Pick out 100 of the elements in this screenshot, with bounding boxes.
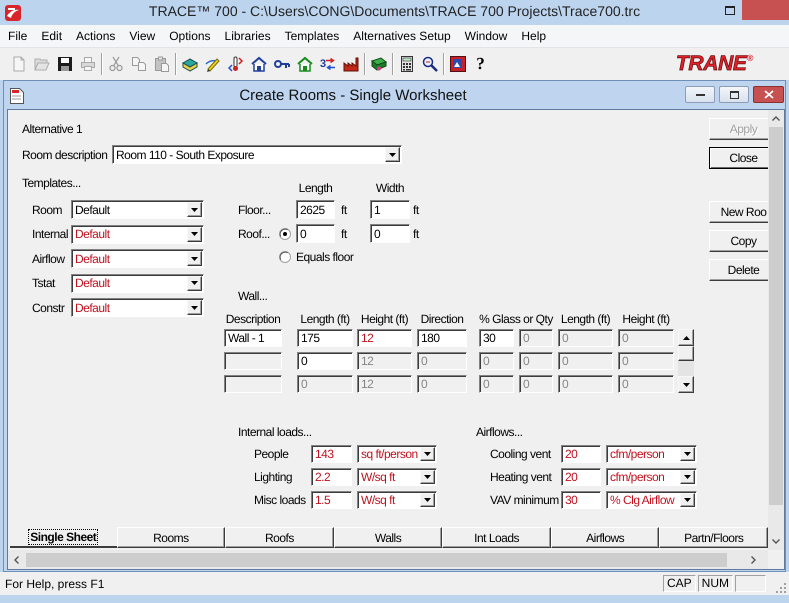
dropdown-button[interactable] [420, 493, 435, 507]
text-field[interactable]: 30 [479, 329, 514, 347]
arrows-button[interactable]: 3 [316, 53, 339, 75]
dropdown[interactable]: Room 110 - South Exposure [112, 145, 402, 164]
tab[interactable]: Walls [334, 527, 442, 548]
tab[interactable]: Int Loads [442, 527, 551, 548]
column-header: Height (ft) [622, 313, 670, 326]
dropdown[interactable]: Default [71, 224, 204, 244]
dropdown-button[interactable] [187, 300, 202, 315]
scroll-thumb[interactable] [678, 346, 694, 361]
text-field[interactable]: 12 [357, 329, 412, 347]
tab[interactable]: Partn/Floors [659, 527, 768, 548]
dropdown[interactable]: Default [71, 298, 204, 317]
field-label: Room description [22, 148, 108, 162]
menu-item[interactable]: File [1, 27, 34, 45]
text-field[interactable]: 0 [370, 224, 410, 243]
tab[interactable]: Rooms [116, 527, 226, 548]
magnifier-icon[interactable] [422, 56, 438, 72]
pencil-icon[interactable] [204, 56, 220, 72]
radio-button[interactable] [279, 228, 291, 240]
dropdown-button[interactable] [187, 276, 202, 290]
unit-label: ft [413, 202, 419, 216]
menu-item[interactable]: Window [458, 27, 514, 45]
dropdown-button[interactable] [680, 470, 695, 484]
dropdown[interactable]: W/sq ft [357, 468, 437, 486]
text-field[interactable]: 2.2 [311, 468, 352, 486]
dropdown-button[interactable] [187, 226, 202, 242]
restore-button[interactable] [719, 86, 749, 103]
menu-item[interactable]: Options [162, 27, 218, 45]
dropdown[interactable]: Default [71, 249, 204, 268]
text-field[interactable]: 175 [297, 329, 353, 347]
scrollbar[interactable] [8, 550, 768, 569]
dialog-button[interactable]: New Roo [709, 201, 768, 223]
menu-item[interactable]: Edit [34, 27, 70, 45]
tab[interactable]: Airflows [550, 527, 660, 548]
minimize-button[interactable] [685, 86, 715, 103]
dialog-button[interactable]: Close [709, 147, 768, 169]
dropdown-button[interactable] [680, 447, 695, 461]
dropdown-button[interactable] [680, 493, 695, 507]
scrollbar[interactable] [768, 110, 784, 550]
scrollbar[interactable] [678, 329, 694, 393]
text-field[interactable]: Wall - 1 [224, 329, 282, 347]
dropdown[interactable]: Default [71, 274, 204, 292]
factory-icon[interactable] [342, 56, 358, 72]
scroll-thumb[interactable] [26, 552, 727, 566]
house-icon[interactable] [296, 56, 312, 72]
tab[interactable]: Roofs [225, 527, 334, 548]
menu-item[interactable]: Templates [278, 27, 346, 45]
calculator-icon[interactable] [398, 56, 414, 72]
text-field[interactable]: 30 [561, 491, 601, 509]
close-button[interactable] [753, 86, 784, 103]
caret-icon [191, 306, 198, 310]
machine-icon[interactable] [370, 56, 386, 72]
dropdown[interactable]: W/sq ft [357, 491, 437, 509]
column-header: % Glass or Qty [479, 313, 553, 326]
dropdown-button[interactable] [187, 202, 202, 217]
text-field[interactable]: 20 [561, 445, 601, 463]
dialog-button[interactable]: Copy [709, 230, 768, 252]
up-arrow-icon [682, 336, 690, 340]
column-header: Direction [420, 313, 464, 326]
field-label: Roof... [238, 226, 270, 240]
dropdown[interactable]: % Clg Airflow [606, 491, 697, 509]
dropdown[interactable]: cfm/person [606, 468, 697, 486]
menu-item[interactable]: Alternatives Setup [346, 27, 458, 45]
text-field[interactable]: 180 [417, 329, 467, 347]
dropdown-button[interactable] [187, 251, 202, 266]
dialog-button[interactable]: Delete [709, 259, 768, 281]
text-field[interactable]: 1 [370, 200, 410, 219]
menu-item[interactable]: View [122, 27, 162, 45]
scroll-down-icon[interactable] [772, 539, 780, 544]
picture-icon[interactable] [450, 56, 466, 72]
field-label: Tstat [32, 276, 55, 290]
menu-item[interactable]: Help [514, 27, 554, 45]
text-field[interactable]: 20 [561, 468, 601, 486]
dropdown-button[interactable] [385, 147, 400, 162]
text-field[interactable]: 0 [296, 224, 335, 243]
size-grip-icon[interactable] [775, 582, 787, 594]
menu-item[interactable]: Libraries [218, 27, 278, 45]
scroll-up-button[interactable] [678, 329, 694, 346]
dropdown[interactable]: Default [71, 200, 204, 219]
dropdown[interactable]: sq ft/person [357, 445, 437, 463]
dropdown[interactable]: cfm/person [606, 445, 697, 463]
box-icon[interactable] [182, 56, 198, 72]
thermometer-icon[interactable] [228, 56, 244, 72]
tab[interactable]: Single Sheet [10, 527, 117, 548]
scroll-thumb[interactable] [769, 127, 783, 505]
scroll-up-icon[interactable] [772, 116, 780, 121]
text-field[interactable]: 0 [297, 352, 353, 370]
dropdown-button[interactable] [420, 447, 435, 461]
menu-item[interactable]: Actions [69, 27, 122, 45]
text-field[interactable]: 2625 [296, 200, 335, 219]
scroll-right-icon[interactable] [751, 556, 756, 564]
dropdown-button[interactable] [420, 470, 435, 484]
scroll-down-button[interactable] [678, 376, 694, 393]
house-icon[interactable] [250, 56, 266, 72]
help-button[interactable]: ? [469, 53, 492, 75]
text-field[interactable]: 143 [311, 445, 352, 463]
scroll-left-icon[interactable] [14, 556, 19, 564]
radio-button[interactable] [279, 251, 291, 263]
text-field[interactable]: 1.5 [311, 491, 352, 509]
